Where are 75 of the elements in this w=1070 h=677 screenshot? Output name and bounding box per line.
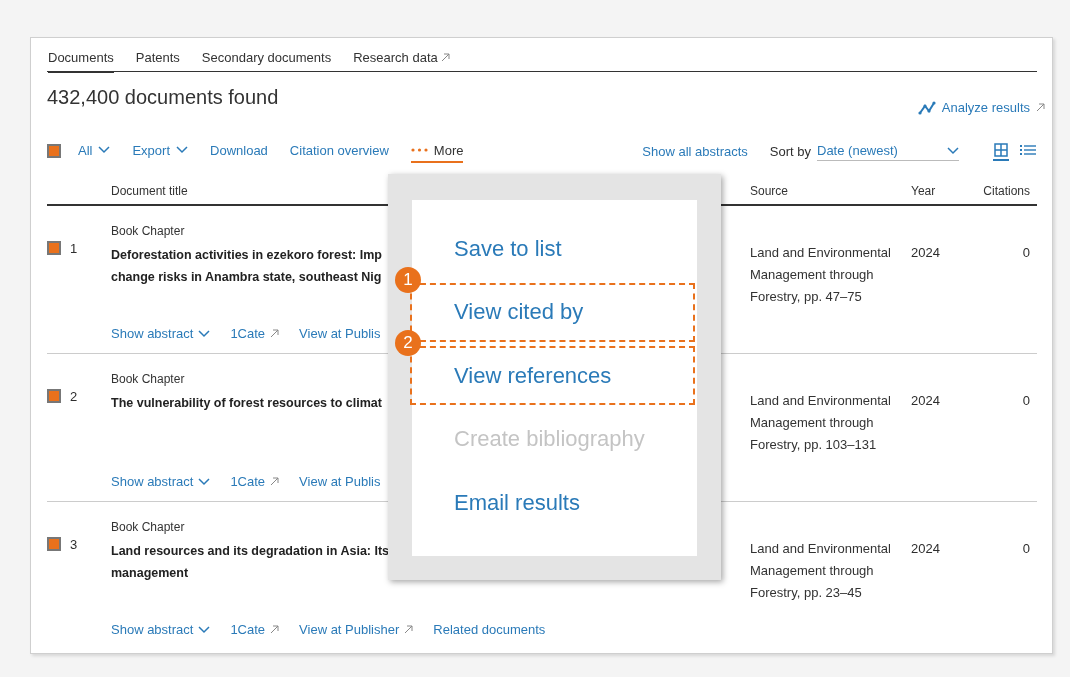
- tab[interactable]: Patents: [135, 47, 180, 73]
- source-text: Management through: [750, 562, 875, 580]
- result-link[interactable]: Show abstract: [111, 622, 211, 637]
- callout-badge: 1: [395, 266, 421, 293]
- source-text: Forestry, pp. 47–75: [750, 288, 863, 306]
- tab[interactable]: Research data: [353, 47, 450, 73]
- external-link-icon: [270, 477, 280, 486]
- menu-item[interactable]: Email results: [410, 473, 695, 532]
- document-title[interactable]: Deforestation activities in ezekoro forest: Imp: [111, 244, 388, 266]
- source-text: Forestry, pp. 103–131: [750, 436, 878, 454]
- result-link[interactable]: Related documents: [433, 622, 546, 637]
- select-all-checkbox[interactable]: [47, 144, 61, 158]
- grid-view-button[interactable]: [993, 141, 1009, 161]
- result-link[interactable]: View at Publis: [299, 474, 381, 489]
- column-header: Source: [750, 182, 790, 198]
- chevron-down-icon: [198, 477, 211, 486]
- year-cell: 2024: [911, 393, 940, 408]
- row-number: 1: [70, 240, 78, 256]
- row-checkbox[interactable]: [47, 537, 61, 551]
- chevron-down-icon: [98, 146, 111, 154]
- citations-cell: 0: [1022, 393, 1030, 408]
- external-link-icon: [404, 625, 414, 634]
- row-checkbox[interactable]: [47, 389, 61, 403]
- external-link-icon: [270, 625, 280, 634]
- toolbar-dropdown[interactable]: Export: [132, 139, 189, 163]
- column-header: Citations: [982, 182, 1030, 198]
- callout-badge: 2: [395, 330, 421, 356]
- external-link-icon: [270, 329, 280, 338]
- tab[interactable]: Documents: [48, 47, 114, 73]
- tab[interactable]: Secondary documents: [201, 47, 332, 73]
- external-link-icon: [1036, 103, 1045, 112]
- toolbar-link[interactable]: Citation overview: [289, 139, 389, 163]
- result-link[interactable]: Show abstract: [111, 474, 211, 489]
- toolbar-link[interactable]: Download: [210, 139, 268, 163]
- results-heading: 432,400 documents found: [47, 86, 279, 109]
- result-link[interactable]: 1Cate: [230, 326, 280, 341]
- document-title[interactable]: change risks in Anambra state, southeast Nig: [111, 266, 388, 288]
- analyze-results-link[interactable]: Analyze results: [917, 100, 1045, 115]
- document-type: Book Chapter: [111, 372, 186, 386]
- source-text: Land and Environmental: [750, 540, 892, 558]
- document-title[interactable]: Land resources and its degradation in Asia: Its: [111, 540, 388, 562]
- chevron-down-icon: [947, 146, 959, 155]
- dots-icon: [410, 148, 428, 152]
- source-text: Management through: [750, 414, 875, 432]
- chevron-down-icon: [198, 329, 211, 338]
- column-header: Document title: [111, 182, 189, 198]
- sort-label: Sort by: [769, 143, 811, 159]
- source-text: Land and Environmental: [750, 392, 892, 410]
- toolbar-dropdown[interactable]: All: [78, 139, 111, 163]
- result-link[interactable]: Show abstract: [111, 326, 211, 341]
- citations-cell: 0: [1022, 245, 1030, 260]
- row-number: 3: [70, 536, 78, 552]
- row-number: 2: [70, 388, 78, 404]
- chevron-down-icon: [198, 625, 211, 634]
- document-title[interactable]: management: [111, 562, 388, 584]
- chevron-down-icon: [176, 146, 189, 154]
- document-type: Book Chapter: [111, 224, 186, 238]
- year-cell: 2024: [911, 245, 940, 260]
- row-checkbox[interactable]: [47, 241, 61, 255]
- show-all-abstracts-link[interactable]: Show all abstracts: [642, 143, 748, 159]
- document-type: Book Chapter: [111, 520, 186, 534]
- year-cell: 2024: [911, 541, 940, 556]
- result-link[interactable]: 1Cate: [230, 474, 280, 489]
- source-text: Management through: [750, 266, 875, 284]
- result-link[interactable]: View at Publis: [299, 326, 381, 341]
- citations-cell: 0: [1022, 541, 1030, 556]
- more-button[interactable]: More: [410, 139, 464, 163]
- result-link[interactable]: 1Cate: [230, 622, 280, 637]
- sort-select[interactable]: Date (newest): [817, 141, 959, 161]
- source-text: Land and Environmental: [750, 244, 892, 262]
- source-text: Forestry, pp. 23–45: [750, 584, 863, 602]
- result-link[interactable]: View at Publisher: [299, 622, 414, 637]
- line-chart-icon: [917, 100, 936, 115]
- column-header: Year: [911, 182, 937, 198]
- document-title[interactable]: The vulnerability of forest resources to climat: [111, 392, 388, 414]
